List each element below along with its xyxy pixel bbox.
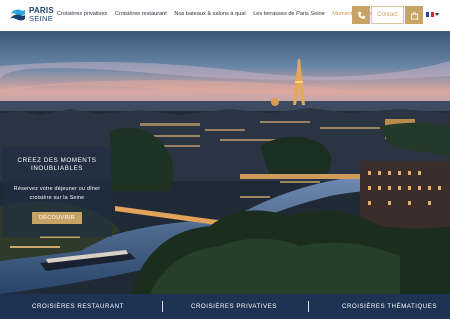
nav-item-private-cruises[interactable]: Croisières privatives xyxy=(57,11,107,17)
flag-fr-icon xyxy=(426,12,435,17)
footer-strip xyxy=(0,319,450,329)
language-selector[interactable] xyxy=(426,12,439,17)
chevron-down-icon xyxy=(435,13,439,16)
main-nav: Croisières privatives Croisières restaur… xyxy=(57,11,386,17)
promo-text: Réservez votre déjeuner ou dîner croisiè… xyxy=(13,186,101,201)
nav-item-boats-salons[interactable]: Nos bateaux & salons à quai xyxy=(174,11,245,17)
category-thematic-cruises[interactable]: CROISIÈRES THÉMATIQUES xyxy=(342,303,437,310)
hero-image: CREEZ DES MOMENTS INOUBLIABLES Réservez … xyxy=(0,31,450,294)
discover-button[interactable]: DÉCOUVRIR xyxy=(32,212,82,224)
promo-title: CREEZ DES MOMENTS INOUBLIABLES xyxy=(17,157,97,172)
logo[interactable]: PARIS SEINE xyxy=(9,6,54,23)
separator xyxy=(162,301,163,312)
cruise-categories-bar: CROISIÈRES RESTAURANT CROISIÈRES PRIVATI… xyxy=(0,294,450,319)
category-private-cruises[interactable]: CROISIÈRES PRIVATIVES xyxy=(191,303,277,310)
site-header: PARIS SEINE Croisières privatives Croisi… xyxy=(0,0,450,31)
category-restaurant-cruises[interactable]: CROISIÈRES RESTAURANT xyxy=(32,303,124,310)
separator xyxy=(308,301,309,312)
phone-button[interactable] xyxy=(352,6,370,24)
bag-icon xyxy=(410,11,418,20)
promo-box: CREEZ DES MOMENTS INOUBLIABLES Réservez … xyxy=(2,147,112,237)
cart-button[interactable] xyxy=(405,6,423,24)
nav-item-terraces[interactable]: Les terrasses de Paris Seine xyxy=(253,11,325,17)
logo-sub: SEINE xyxy=(29,13,54,23)
phone-icon xyxy=(357,11,365,19)
contact-button[interactable]: Contact xyxy=(371,6,404,24)
nav-item-restaurant-cruises[interactable]: Croisières restaurant xyxy=(115,11,167,17)
logo-wave-icon xyxy=(9,6,26,23)
